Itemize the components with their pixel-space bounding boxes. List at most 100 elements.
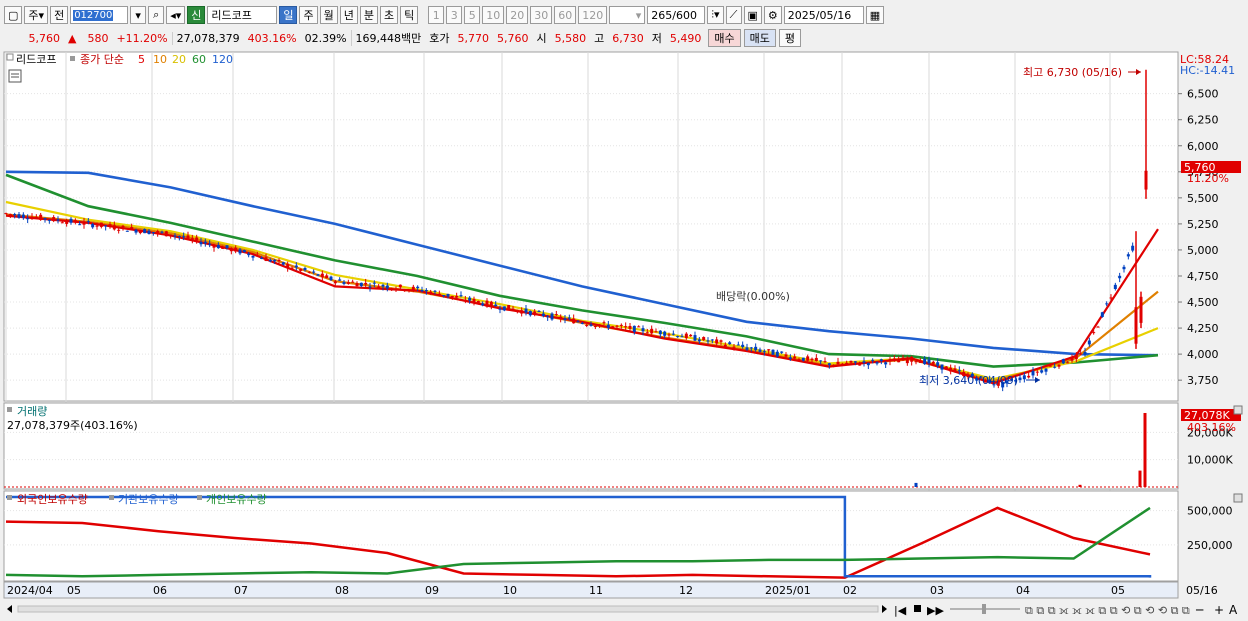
candle [394, 288, 398, 290]
candle [420, 290, 424, 292]
speaker-icon[interactable]: ◂▾ [166, 6, 186, 24]
candle [541, 313, 545, 316]
zoom-slider-handle[interactable] [982, 604, 986, 614]
zoom-in-icon[interactable]: + [1214, 603, 1224, 617]
eval-button[interactable]: 평 [778, 29, 802, 47]
holdings-panel-close-icon[interactable] [1233, 493, 1243, 503]
bottom-tool-icons[interactable]: ⧉ ⧉ ⧉ ⟗ ⟗ ⟗ ⧉ ⧉ ⟲ ⧉ ⟲ ⟲ ⧉ ⧉ [1025, 604, 1190, 617]
candle [26, 218, 30, 220]
legend-ma-120: 120 [212, 53, 233, 66]
candle [849, 360, 853, 363]
candle [598, 324, 602, 326]
candle [723, 344, 727, 347]
tab-year[interactable]: 년 [339, 6, 358, 24]
candle [143, 229, 147, 234]
candle [654, 331, 658, 333]
prev-button[interactable]: 전 [50, 6, 69, 24]
tab-week[interactable]: 주 [299, 6, 318, 24]
interval-30[interactable]: 30 [530, 6, 553, 24]
zoom-out-icon[interactable]: ─ [1195, 603, 1204, 617]
candle [940, 364, 944, 370]
period-select[interactable]: 주 ▾ [24, 6, 49, 24]
low-label: 저 [651, 32, 662, 45]
tab-second[interactable]: 초 [379, 6, 399, 24]
toolbar: ▢ 주 ▾ 전 012700 ▾ ⌕ ◂▾ 신 리드코프 일 주 월 년 분 초 … [0, 3, 1248, 27]
gear-icon[interactable]: ⚙ [763, 6, 782, 24]
buy-button[interactable]: 매수 [708, 29, 741, 47]
forward-icon[interactable]: ▶▶ [927, 604, 944, 617]
price-tick-label: 4,250 [1187, 322, 1219, 335]
candle [524, 308, 528, 313]
candle [927, 359, 931, 364]
sell-button[interactable]: 매도 [743, 29, 776, 47]
last-pct-text: 11.20% [1187, 172, 1229, 185]
tab-minute[interactable]: 분 [359, 6, 378, 24]
count-total: /600 [672, 8, 697, 22]
candle [546, 316, 550, 318]
interval-60[interactable]: 60 [554, 6, 577, 24]
stock-code-input[interactable]: 012700 [70, 6, 129, 24]
tab-month[interactable]: 월 [319, 6, 338, 24]
candle [1053, 366, 1057, 368]
candle [1118, 275, 1122, 279]
code-dropdown-icon[interactable]: ▾ [130, 6, 147, 24]
candle [82, 221, 86, 225]
scrollbar-track[interactable] [17, 605, 879, 613]
candle [1096, 326, 1100, 328]
candle [151, 232, 155, 234]
x-tick-label: 2025/01 [765, 584, 811, 597]
candle [892, 358, 896, 360]
current-price: 5,760 [28, 31, 61, 45]
candle [17, 214, 21, 218]
interval-dropdown[interactable]: ▾ [609, 6, 646, 24]
candle [1018, 377, 1022, 381]
volume-panel-close-icon[interactable] [1233, 405, 1243, 415]
candle [689, 334, 693, 337]
open-price: 5,580 [554, 31, 587, 45]
interval-10[interactable]: 10 [482, 6, 505, 24]
stop-icon[interactable] [914, 605, 921, 612]
calculator-icon[interactable] [8, 69, 22, 83]
calendar-icon[interactable]: ▦ [865, 6, 885, 24]
candle [463, 299, 467, 301]
save-icon[interactable]: ▣ [743, 6, 762, 24]
candle [247, 253, 251, 256]
candle [277, 259, 281, 261]
hc-indicator: HC:-14.41 [1180, 64, 1235, 77]
interval-120[interactable]: 120 [578, 6, 608, 24]
rewind-icon[interactable]: |◀ [894, 604, 907, 617]
candle [1044, 368, 1048, 372]
interval-3[interactable]: 3 [446, 6, 463, 24]
candle [814, 357, 818, 362]
candle [195, 237, 199, 241]
price-tick-label: 5,000 [1187, 244, 1219, 257]
tab-tick[interactable]: 틱 [400, 6, 419, 24]
count-field[interactable]: 265/600 [647, 6, 706, 24]
candle-icon[interactable]: ⫶▾ [707, 6, 724, 24]
date-input[interactable]: 2025/05/16 [783, 6, 864, 24]
candle [216, 244, 220, 249]
new-badge[interactable]: 신 [187, 6, 206, 24]
interval-5[interactable]: 5 [464, 6, 481, 24]
candle [429, 291, 433, 295]
font-size-icon[interactable]: A [1229, 603, 1238, 617]
candle [446, 293, 450, 297]
candle [1109, 297, 1113, 299]
window-icon[interactable]: ▢ [4, 6, 23, 24]
candle [160, 231, 164, 233]
candle [719, 340, 723, 342]
draw-tool-icon[interactable]: ⟋ [725, 6, 742, 24]
interval-1[interactable]: 1 [428, 6, 445, 24]
interval-20[interactable]: 20 [506, 6, 529, 24]
x-tick-label: 06 [153, 584, 167, 597]
search-icon[interactable]: ⌕ [148, 6, 165, 24]
volume-last-pct: 403.16% [1187, 421, 1236, 434]
price-tick-label: 6,500 [1187, 88, 1219, 101]
candle [286, 264, 290, 268]
candle [862, 361, 866, 363]
tab-day[interactable]: 일 [279, 6, 298, 24]
candle [424, 289, 428, 292]
candle [767, 349, 771, 351]
x-tick-label: 07 [234, 584, 248, 597]
candle [450, 295, 454, 297]
